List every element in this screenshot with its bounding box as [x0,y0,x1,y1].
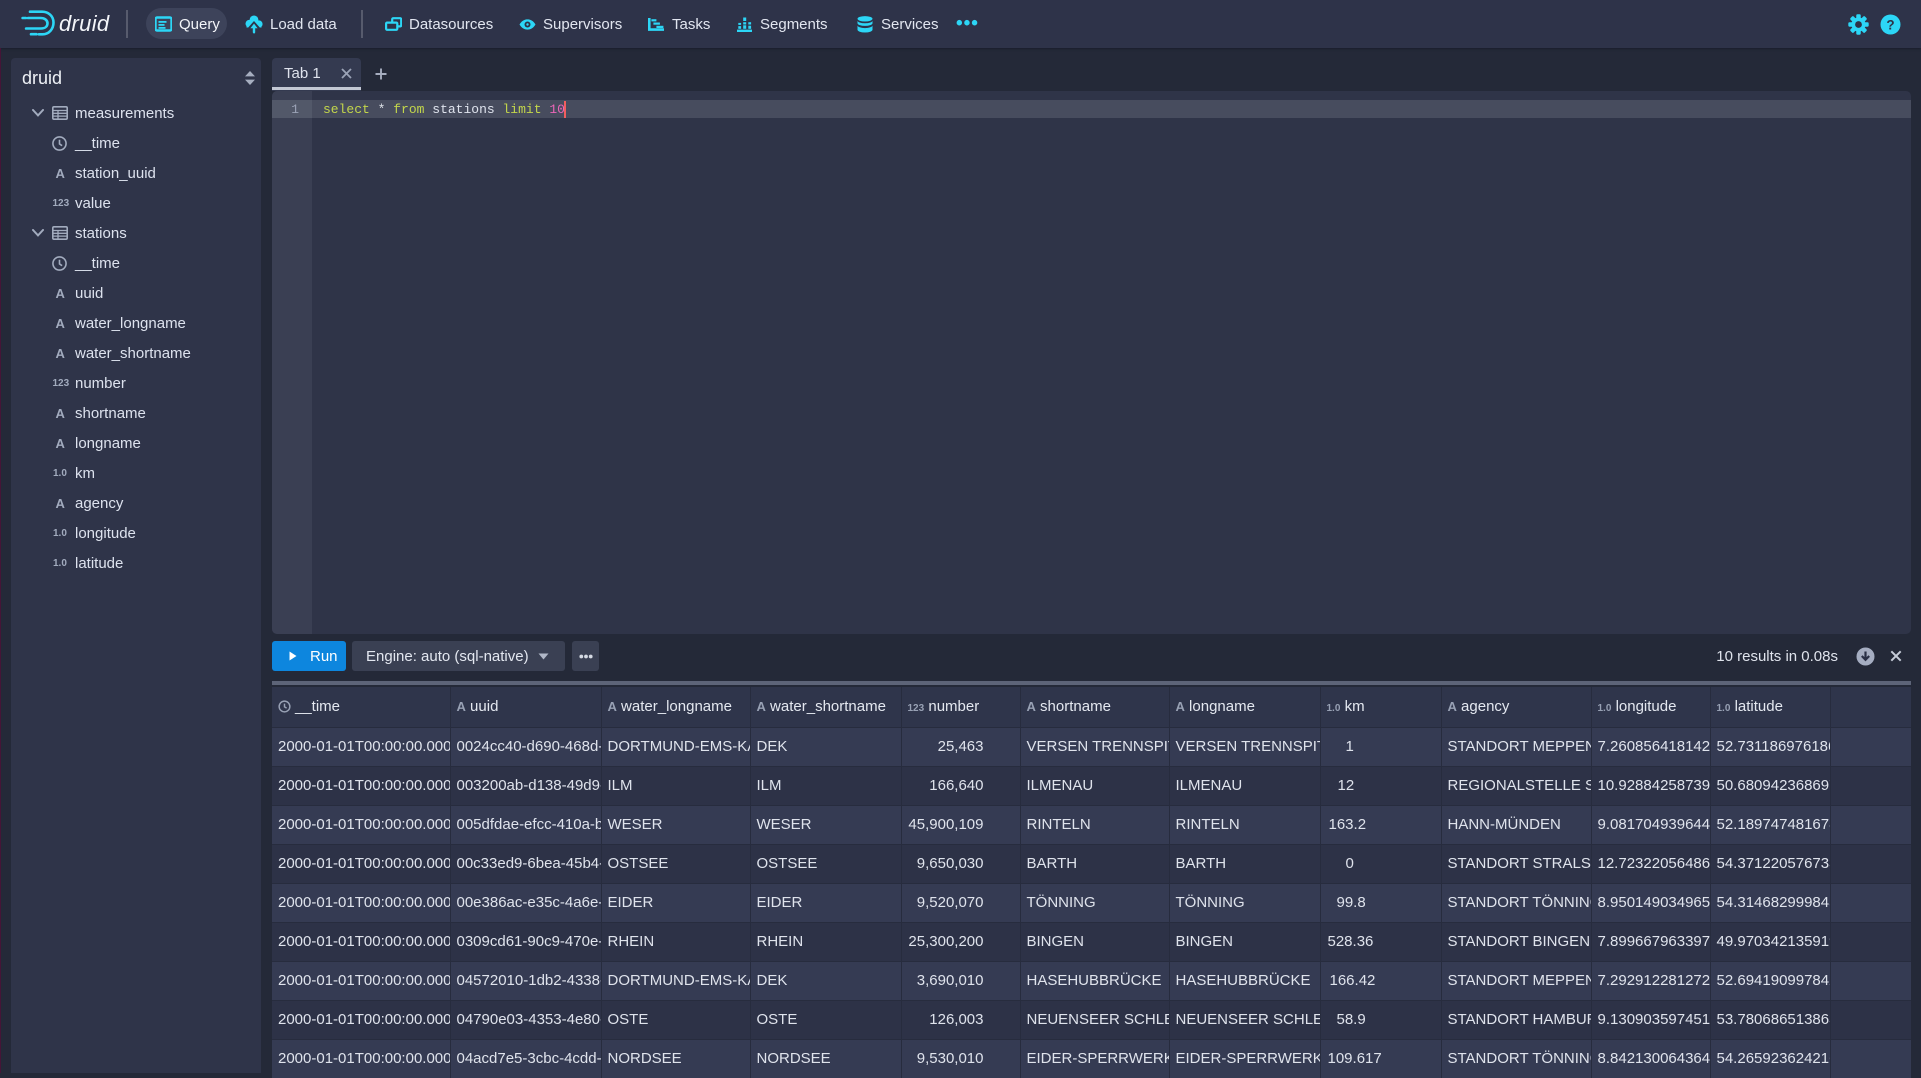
svg-text:?: ? [1886,18,1894,33]
